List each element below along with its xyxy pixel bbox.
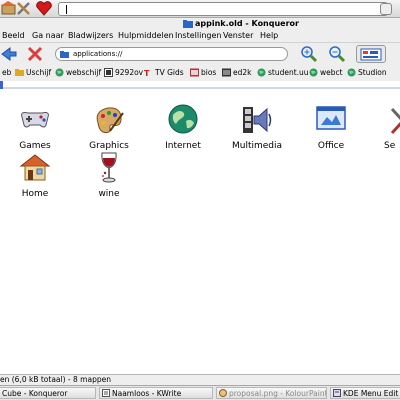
window-titlebar[interactable]: appink.old - Konqueror	[0, 18, 400, 30]
bookmark-item[interactable]: bios	[190, 67, 216, 78]
svg-text:T: T	[144, 69, 150, 77]
status-text: en (6,0 kB totaal) - 8 mappen	[0, 375, 111, 384]
menubar: Beeld Ga naar Bladwijzers Hulpmiddelen I…	[0, 30, 400, 42]
folder-icon	[183, 20, 193, 28]
status-bar: en (6,0 kB totaal) - 8 mappen	[0, 374, 400, 385]
icon-view-icon	[360, 48, 382, 61]
tv-icon: T	[144, 69, 150, 77]
folder-wine[interactable]: wine	[80, 151, 138, 199]
bookmark-item[interactable]: ed2k	[222, 67, 252, 78]
film-icon	[190, 68, 199, 77]
folder-icon	[60, 51, 69, 58]
location-url: applications://	[73, 50, 123, 58]
window-title: appink.old - Konqueror	[195, 19, 299, 28]
menu-editor-icon	[333, 389, 341, 397]
menu-ga-naar[interactable]: Ga naar	[32, 30, 64, 42]
menu-beeld[interactable]: Beeld	[2, 30, 25, 42]
bookmark-item[interactable]: student.uu	[257, 67, 309, 78]
bookmark-icon	[104, 68, 113, 77]
menu-hulpmiddelen[interactable]: Hulpmiddelen	[118, 30, 174, 42]
globe-icon	[347, 68, 356, 77]
forward-arrow-icon[interactable]	[0, 45, 18, 63]
film-icon	[222, 68, 231, 77]
globe-icon	[309, 68, 318, 77]
film-speaker-icon	[243, 107, 272, 133]
menu-instellingen[interactable]: Instellingen	[175, 30, 221, 42]
kwrite-icon	[102, 389, 110, 397]
view-frame-divider	[0, 81, 400, 89]
bookmark-item[interactable]: Uschijf	[15, 67, 51, 78]
globe-icon	[257, 68, 266, 77]
folder-home[interactable]: Home	[6, 151, 64, 199]
bookmark-item[interactable]: eb	[0, 67, 11, 78]
run-command-input[interactable]	[58, 2, 388, 16]
globe-icon	[168, 104, 198, 134]
taskbar: Cube - Konqueror Naamloos - KWrite propo…	[0, 385, 400, 400]
bookmark-toolbar: eb Uschijf webschijf 9292ov T TV Gids bi…	[0, 64, 400, 81]
panel-clear-button[interactable]	[380, 3, 392, 15]
stop-icon[interactable]	[26, 45, 44, 63]
bookmark-item[interactable]: webct	[309, 67, 343, 78]
office-document-icon	[316, 106, 346, 130]
bookmark-item[interactable]: T TV Gids	[144, 67, 184, 78]
location-toolbar: applications://	[0, 42, 400, 64]
heart-icon[interactable]	[36, 1, 52, 16]
task-button[interactable]: Cube - Konqueror	[0, 387, 96, 399]
folder-icon	[15, 69, 24, 76]
folder-internet[interactable]: Internet	[154, 103, 212, 151]
file-view[interactable]: Games Graphics Internet Multimedia Offic…	[0, 91, 400, 374]
task-button[interactable]: proposal.png - KolourPaint	[216, 387, 327, 399]
active-view-indicator	[0, 81, 3, 89]
view-mode-button[interactable]	[356, 45, 386, 63]
globe-icon	[55, 68, 64, 77]
kolourpaint-icon	[219, 389, 227, 397]
folder-graphics[interactable]: Graphics	[80, 103, 138, 151]
zoom-in-icon[interactable]	[300, 45, 318, 63]
folder-settings[interactable]: Se	[376, 103, 400, 151]
location-field[interactable]: applications://	[55, 47, 288, 61]
bookmark-item[interactable]: 9292ov	[104, 67, 143, 78]
zoom-out-icon[interactable]	[328, 45, 346, 63]
top-panel	[0, 0, 400, 18]
wine-glass-icon	[101, 152, 117, 183]
bookmark-item[interactable]: Studion	[347, 67, 387, 78]
app-icon[interactable]	[1, 1, 17, 16]
tools-icon[interactable]	[16, 1, 32, 16]
gamepad-icon	[21, 112, 49, 128]
folder-multimedia[interactable]: Multimedia	[228, 103, 286, 151]
text-caret	[66, 5, 67, 14]
house-icon	[19, 154, 51, 181]
menu-help[interactable]: Help	[260, 30, 278, 42]
menu-bladwijzers[interactable]: Bladwijzers	[68, 30, 113, 42]
paint-palette-icon	[96, 107, 124, 134]
task-button[interactable]: KDE Menu Edit	[330, 387, 400, 399]
menu-venster[interactable]: Venster	[223, 30, 253, 42]
folder-office[interactable]: Office	[302, 103, 360, 151]
folder-games[interactable]: Games	[6, 103, 64, 151]
settings-icon	[390, 107, 400, 135]
task-button[interactable]: Naamloos - KWrite	[99, 387, 213, 399]
bookmark-item[interactable]: webschijf	[55, 67, 101, 78]
